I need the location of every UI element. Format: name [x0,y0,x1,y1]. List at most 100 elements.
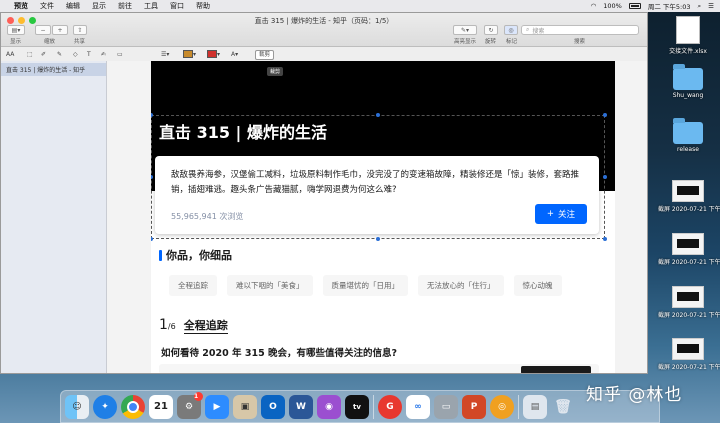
menu-tools[interactable]: 工具 [144,1,158,11]
section-accent-bar [159,249,162,261]
chrome-icon[interactable] [121,394,145,419]
zoom-in-button[interactable]: + [52,25,68,35]
screenshot-thumbnail-icon [672,180,704,202]
screenshot-icon[interactable]: ▭ [434,394,458,419]
selection-handle[interactable] [151,237,153,241]
dock-separator [373,394,374,419]
title-bar: 直击 315 | 爆炸的生活 - 知乎（页码：1/5） ▤▾ 显示 − + 缩放… [1,13,647,47]
shapes-tool-icon[interactable]: ◇ [73,50,78,58]
draw-tool-icon[interactable]: ✎ [57,50,62,58]
zoom-icon[interactable]: ▶ [205,394,229,419]
app-icon[interactable]: G [378,394,402,419]
document-viewer[interactable]: 裁剪 直击 315 | 爆炸的生活 敌敌畏养海参，汉堡偷工减料，垃圾原料制作毛巾… [107,61,647,373]
documents-stack-icon[interactable]: ▤ [523,394,547,419]
desktop-icon-screenshot-4[interactable]: 截屏 2020-07-21 下午2.47.05 [658,338,720,371]
fill-color-icon[interactable]: ▾ [207,50,220,58]
apple-tv-icon[interactable]: tv [345,394,369,419]
preview-icon[interactable]: ▣ [233,394,257,419]
rotate-button[interactable]: ↻ [484,25,498,35]
selection-tool-icon[interactable]: ⬚ [27,50,33,58]
search-label: 搜索 [574,39,586,45]
calendar-icon[interactable]: 21 [149,394,173,419]
pro-app-icon[interactable]: ◎ [490,394,514,419]
chip-tracking[interactable]: 全程追踪 [169,275,217,296]
selection-handle[interactable] [376,113,380,117]
answer-preview [159,364,599,373]
zoom-out-button[interactable]: − [35,25,51,35]
desktop-icon-release[interactable]: release [658,118,718,153]
share-button[interactable]: ⇧ [73,25,87,35]
zoom-out-icon: − [40,26,46,34]
selection-handle[interactable] [603,113,607,117]
desktop-icon-screenshot-3[interactable]: 截屏 2020-07-21 下午2.39.22 [658,286,720,319]
subsection-label[interactable]: 全程追踪 [183,317,228,334]
zoom-in-icon: + [57,26,63,34]
chip-daily[interactable]: 质量堪忧的「日用」 [322,275,408,296]
chip-housing[interactable]: 无法放心的「住行」 [418,275,504,296]
dock: ☺ ✦ 21 ⚙ 1 ▶ ▣ O W ◉ tv G ∞ ▭ P ◎ ▤ 🗑 [60,390,660,423]
search-input[interactable]: ⌕ 搜索 [521,25,639,35]
text-tool-icon[interactable]: T [87,50,91,58]
follow-button[interactable]: + 关注 [535,204,587,224]
share-icon: ⇧ [77,26,83,34]
menu-help[interactable]: 帮助 [196,1,210,11]
desktop-icon-shu-wang[interactable]: Shu_wang [658,64,718,99]
clock[interactable]: 周二 下午5:03 [648,1,691,11]
plus-icon: + [546,209,555,219]
desktop-icon-screenshot-2[interactable]: 截屏 2020-07-21 下午2.39.06 [658,233,720,266]
wifi-icon[interactable]: ◠ [591,2,597,10]
markup-button[interactable]: ◎ [504,25,518,35]
selection-handle[interactable] [603,237,607,241]
markup-icon: ◎ [508,26,514,34]
thumbnail-sidebar: 直击 315 | 爆炸的生活 - 知乎 [1,61,107,373]
document-page: 裁剪 直击 315 | 爆炸的生活 敌敌畏养海参，汉堡偷工减料，垃圾原料制作毛巾… [151,61,615,373]
notification-badge: 1 [194,391,203,401]
selection-handle[interactable] [376,237,380,241]
trash-icon[interactable]: 🗑 [551,395,575,419]
view-button[interactable]: ▤▾ [7,25,25,35]
desktop-icon-xlsx[interactable]: 交接文件.xlsx [658,16,718,55]
topic-description: 敌敌畏养海参，汉堡偷工减料，垃圾原料制作毛巾，没完没了的变速箱故障，精装修还是「… [171,170,580,195]
word-icon[interactable]: W [289,394,313,419]
menu-file[interactable]: 文件 [40,1,54,11]
menu-view[interactable]: 显示 [92,1,106,11]
desktop-icon-screenshot-1[interactable]: 截屏 2020-07-21 下午2.38.40 [658,180,720,213]
menu-go[interactable]: 前往 [118,1,132,11]
screenshot-thumbnail-icon [672,233,704,255]
sign-tool-icon[interactable]: ✍ [101,50,106,58]
podcasts-icon[interactable]: ◉ [317,394,341,419]
border-color-icon[interactable]: ▾ [183,50,196,58]
finder-icon[interactable]: ☺ [65,394,89,419]
menu-window[interactable]: 窗口 [170,1,184,11]
folder-icon [673,64,703,90]
powerpoint-icon[interactable]: P [462,394,486,419]
sketch-tool-icon[interactable]: ✐ [41,50,46,58]
battery-percent: 100% [603,2,622,10]
chip-food[interactable]: 难以下咽的「美食」 [227,275,313,296]
note-tool-icon[interactable]: ▭ [117,50,123,58]
baidu-netdisk-icon[interactable]: ∞ [406,394,430,419]
font-style-icon[interactable]: A▾ [231,50,238,58]
menu-app-name[interactable]: 预览 [14,1,28,11]
spotlight-icon[interactable]: ⌕ [698,2,702,11]
highlight-button[interactable]: ✎▾ [453,25,477,35]
outlook-icon[interactable]: O [261,394,285,419]
control-center-icon[interactable]: ☰ [708,2,714,10]
chip-thrilling[interactable]: 惊心动魄 [513,275,562,296]
menu-edit[interactable]: 编辑 [66,1,80,11]
subsection-header: 1/6 全程追踪 [159,317,228,334]
line-style-icon[interactable]: ☰▾ [161,50,169,58]
crop-button[interactable]: 裁剪 [255,50,275,60]
system-preferences-icon[interactable]: ⚙ 1 [177,391,203,419]
highlight-label: 高亮显示 [454,39,477,45]
sidebar-item-document[interactable]: 直击 315 | 爆炸的生活 - 知乎 [1,63,106,76]
selection-handle[interactable] [603,175,607,179]
text-size-tool[interactable]: AA [6,50,14,58]
section-title-text: 你品，你细品 [166,249,232,262]
battery-icon[interactable] [628,3,641,9]
safari-icon[interactable]: ✦ [93,394,117,419]
sidebar-icon: ▤▾ [11,26,21,34]
menu-bar: 预览 文件 编辑 显示 前往 工具 窗口 帮助 ◠ 100% 周二 下午5:03… [0,0,720,12]
question-title[interactable]: 如何看待 2020 年 315 晚会，有哪些值得关注的信息? [161,345,397,359]
rotate-label: 旋转 [485,39,497,45]
